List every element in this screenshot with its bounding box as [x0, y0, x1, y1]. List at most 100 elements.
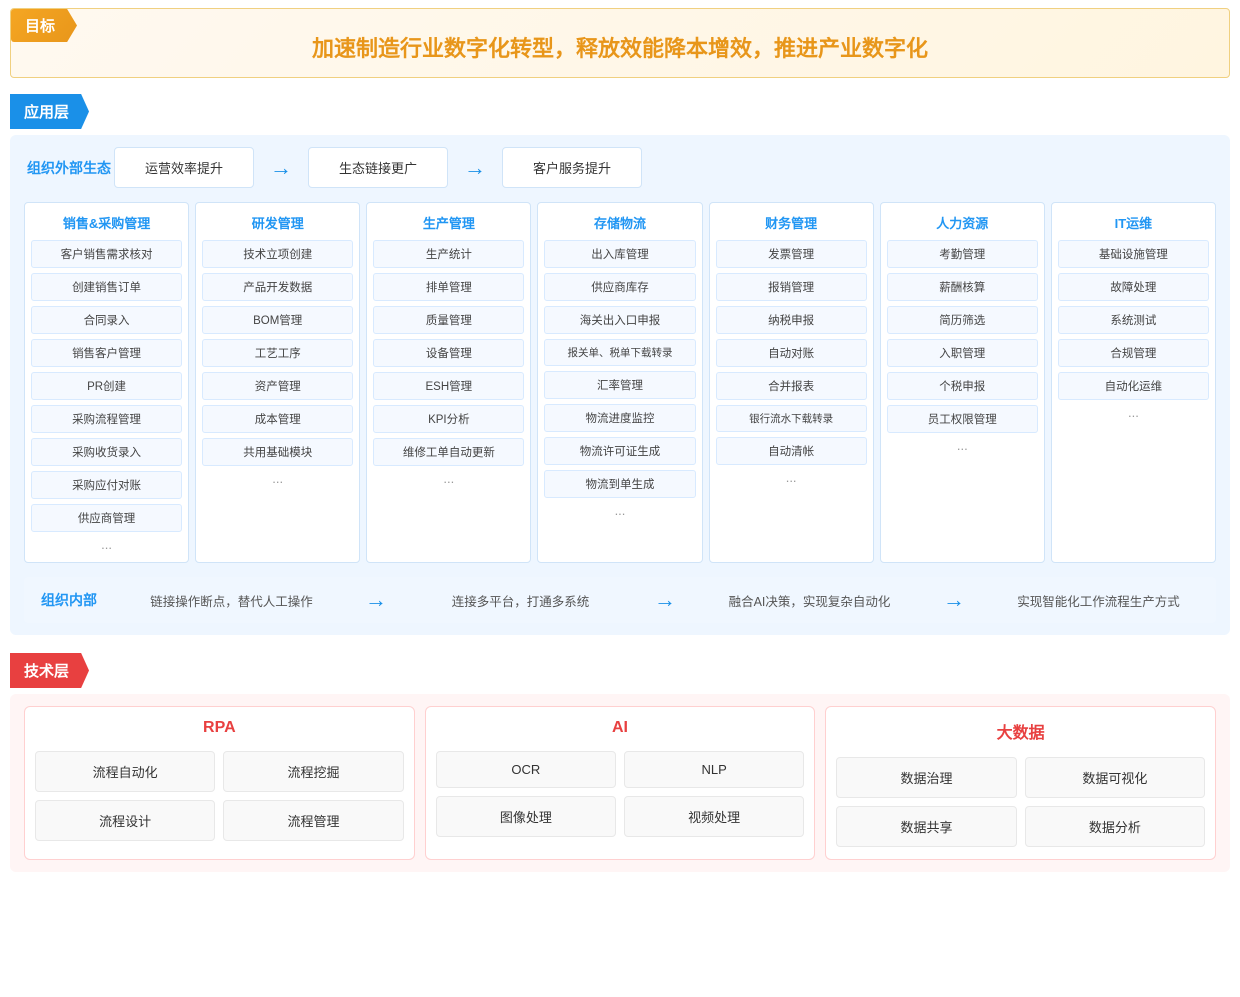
- module-item: 自动化运维: [1058, 372, 1209, 400]
- module-item: 销售客户管理: [31, 339, 182, 367]
- tech-item: 数据可视化: [1025, 757, 1205, 798]
- tech-grid: RPA 流程自动化 流程挖掘 流程设计 流程管理 AI OCR NLP 图像处理…: [24, 706, 1216, 860]
- module-item: 采购应付对账: [31, 471, 182, 499]
- module-item: 供应商管理: [31, 504, 182, 532]
- module-col-prod: 生产管理 生产统计 排单管理 质量管理 设备管理 ESH管理 KPI分析 维修工…: [366, 202, 531, 563]
- module-title-sales: 销售&采购管理: [31, 213, 182, 232]
- arrow-icon-1: →: [448, 155, 502, 181]
- module-title-hr: 人力资源: [887, 213, 1038, 232]
- module-item: 员工权限管理: [887, 405, 1038, 433]
- app-layer-header: 应用层: [10, 94, 89, 129]
- module-title-it: IT运维: [1058, 213, 1209, 232]
- tech-items-bigdata: 数据治理 数据可视化 数据共享 数据分析: [836, 757, 1205, 847]
- arrow-icon-2: →: [349, 587, 403, 613]
- module-item: 薪酬核算: [887, 273, 1038, 301]
- org-internal-items: 链接操作断点，替代人工操作 → 连接多平台，打通多系统 → 融合AI决策，实现复…: [114, 587, 1216, 613]
- module-item: 合并报表: [716, 372, 867, 400]
- tech-col-rpa: RPA 流程自动化 流程挖掘 流程设计 流程管理: [24, 706, 415, 860]
- tech-item: 流程自动化: [35, 751, 215, 792]
- org-internal-row: 组织内部 链接操作断点，替代人工操作 → 连接多平台，打通多系统 → 融合AI决…: [24, 577, 1216, 623]
- tech-item: 流程设计: [35, 800, 215, 841]
- org-box-0: 运营效率提升: [114, 147, 254, 188]
- module-item: PR创建: [31, 372, 182, 400]
- org-internal-item-0: 链接操作断点，替代人工操作: [114, 591, 349, 610]
- tech-col-ai: AI OCR NLP 图像处理 视频处理: [425, 706, 816, 860]
- module-title-prod: 生产管理: [373, 213, 524, 232]
- module-col-rd: 研发管理 技术立项创建 产品开发数据 BOM管理 工艺工序 资产管理 成本管理 …: [195, 202, 360, 563]
- module-item: 发票管理: [716, 240, 867, 268]
- module-item: 故障处理: [1058, 273, 1209, 301]
- module-item: 创建销售订单: [31, 273, 182, 301]
- module-item: 技术立项创建: [202, 240, 353, 268]
- tech-item: 视频处理: [624, 796, 804, 837]
- module-col-hr: 人力资源 考勤管理 薪酬核算 简历筛选 入职管理 个税申报 员工权限管理 ...: [880, 202, 1045, 563]
- module-item: 采购流程管理: [31, 405, 182, 433]
- module-ellipsis: ...: [202, 471, 353, 486]
- module-item: 质量管理: [373, 306, 524, 334]
- module-ellipsis: ...: [1058, 405, 1209, 420]
- module-item: 个税申报: [887, 372, 1038, 400]
- module-item: 汇率管理: [544, 371, 695, 399]
- module-col-finance: 财务管理 发票管理 报销管理 纳税申报 自动对账 合并报表 银行流水下载转录 自…: [709, 202, 874, 563]
- module-item: 共用基础模块: [202, 438, 353, 466]
- tech-items-rpa: 流程自动化 流程挖掘 流程设计 流程管理: [35, 751, 404, 841]
- module-item: 产品开发数据: [202, 273, 353, 301]
- module-col-it: IT运维 基础设施管理 故障处理 系统测试 合规管理 自动化运维 ...: [1051, 202, 1216, 563]
- org-internal-item-2: 融合AI决策，实现复杂自动化: [692, 591, 927, 610]
- tech-col-title-bigdata: 大数据: [836, 719, 1205, 743]
- app-layer: 组织外部生态 运营效率提升 → 生态链接更广 → 客户服务提升 销售&采购管理 …: [10, 135, 1230, 635]
- module-item: 入职管理: [887, 339, 1038, 367]
- tech-col-title-rpa: RPA: [35, 719, 404, 737]
- module-item: 资产管理: [202, 372, 353, 400]
- module-item: 自动清帐: [716, 437, 867, 465]
- tech-layer: RPA 流程自动化 流程挖掘 流程设计 流程管理 AI OCR NLP 图像处理…: [10, 694, 1230, 872]
- module-col-sales: 销售&采购管理 客户销售需求核对 创建销售订单 合同录入 销售客户管理 PR创建…: [24, 202, 189, 563]
- module-item: 排单管理: [373, 273, 524, 301]
- module-item: 报销管理: [716, 273, 867, 301]
- module-ellipsis: ...: [31, 537, 182, 552]
- module-title-logistics: 存储物流: [544, 213, 695, 232]
- module-item: 合规管理: [1058, 339, 1209, 367]
- module-item: 工艺工序: [202, 339, 353, 367]
- org-internal-label: 组织内部: [24, 590, 114, 610]
- tech-item: 流程管理: [223, 800, 403, 841]
- module-ellipsis: ...: [544, 503, 695, 518]
- tech-item: 图像处理: [436, 796, 616, 837]
- org-box-2: 客户服务提升: [502, 147, 642, 188]
- module-item: 供应商库存: [544, 273, 695, 301]
- module-item: 物流到单生成: [544, 470, 695, 498]
- module-item: 简历筛选: [887, 306, 1038, 334]
- module-item: BOM管理: [202, 306, 353, 334]
- org-external-label: 组织外部生态: [24, 158, 114, 178]
- module-item: 设备管理: [373, 339, 524, 367]
- org-internal-item-1: 连接多平台，打通多系统: [403, 591, 638, 610]
- module-ellipsis: ...: [716, 470, 867, 485]
- module-item: 自动对账: [716, 339, 867, 367]
- tech-col-title-ai: AI: [436, 719, 805, 737]
- module-item: 物流进度监控: [544, 404, 695, 432]
- goal-text: 加速制造行业数字化转型，释放效能降本增效，推进产业数字化: [31, 27, 1209, 63]
- tech-item: 流程挖掘: [223, 751, 403, 792]
- org-external-row: 组织外部生态 运营效率提升 → 生态链接更广 → 客户服务提升: [24, 147, 1216, 188]
- module-col-logistics: 存储物流 出入库管理 供应商库存 海关出入口申报 报关单、税单下载转录 汇率管理…: [537, 202, 702, 563]
- module-item: ESH管理: [373, 372, 524, 400]
- module-item: 生产统计: [373, 240, 524, 268]
- goal-section: 目标 加速制造行业数字化转型，释放效能降本增效，推进产业数字化: [10, 8, 1230, 78]
- module-item: 银行流水下载转录: [716, 405, 867, 432]
- tech-item: 数据分析: [1025, 806, 1205, 847]
- module-item: 考勤管理: [887, 240, 1038, 268]
- modules-grid: 销售&采购管理 客户销售需求核对 创建销售订单 合同录入 销售客户管理 PR创建…: [24, 202, 1216, 563]
- module-item: 报关单、税单下载转录: [544, 339, 695, 366]
- module-item: 成本管理: [202, 405, 353, 433]
- tech-col-bigdata: 大数据 数据治理 数据可视化 数据共享 数据分析: [825, 706, 1216, 860]
- module-ellipsis: ...: [373, 471, 524, 486]
- module-item: 出入库管理: [544, 240, 695, 268]
- module-item: 合同录入: [31, 306, 182, 334]
- tech-items-ai: OCR NLP 图像处理 视频处理: [436, 751, 805, 837]
- module-ellipsis: ...: [887, 438, 1038, 453]
- module-item: 海关出入口申报: [544, 306, 695, 334]
- module-item: 基础设施管理: [1058, 240, 1209, 268]
- tech-item: OCR: [436, 751, 616, 788]
- tech-layer-header: 技术层: [10, 653, 89, 688]
- module-item: KPI分析: [373, 405, 524, 433]
